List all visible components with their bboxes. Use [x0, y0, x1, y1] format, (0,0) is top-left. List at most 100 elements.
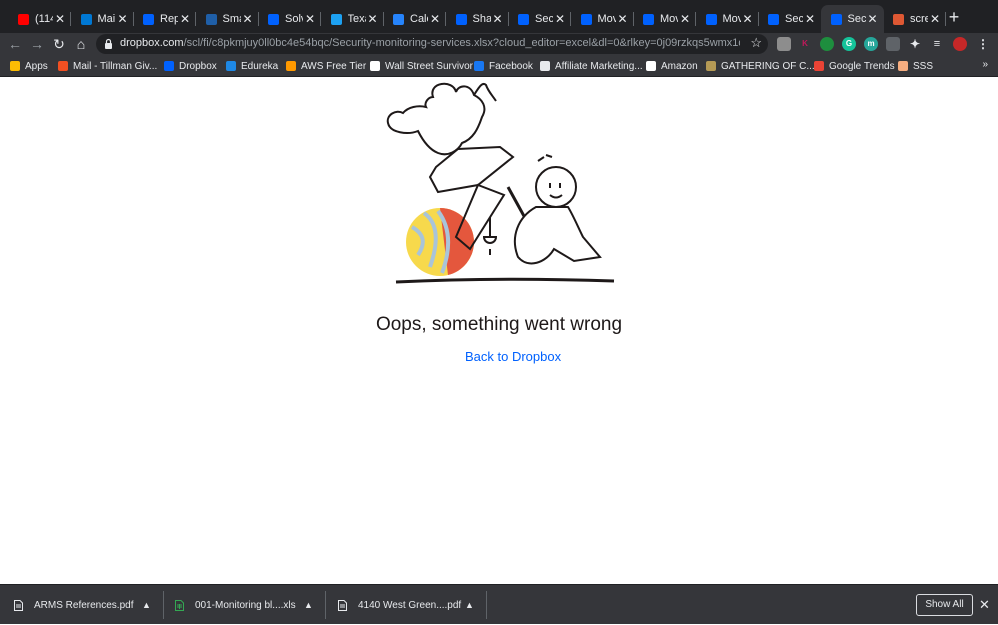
browser-tab[interactable]: Mov✕ [696, 5, 759, 33]
trends-icon [814, 61, 824, 71]
browser-tab[interactable]: Mail✕ [71, 5, 134, 33]
browser-tab[interactable]: Mov✕ [633, 5, 696, 33]
tab-title: Secu [847, 13, 866, 25]
bookmark-item[interactable]: Amazon [646, 59, 698, 73]
close-tab-icon[interactable]: ✕ [367, 12, 377, 26]
tab-title: Sma [222, 13, 241, 25]
bookmarks-more-icon[interactable]: » [982, 59, 988, 70]
sss-icon [898, 61, 908, 71]
tab-title: Solv [285, 13, 303, 25]
browser-tab[interactable]: Texa✕ [321, 5, 384, 33]
bookmark-item[interactable]: GATHERING OF C... [706, 59, 815, 73]
browser-tab[interactable]: Secu✕ [758, 5, 821, 33]
address-bar[interactable]: dropbox.com/scl/fi/c8pkmjuy0ll0bc4e54bqc… [96, 34, 768, 54]
browser-tab[interactable]: Mov✕ [571, 5, 634, 33]
tab-title: Cale [410, 13, 428, 25]
back-arrow-icon[interactable]: ← [6, 35, 24, 53]
url-text: dropbox.com/scl/fi/c8pkmjuy0ll0bc4e54bqc… [120, 37, 740, 49]
bookmark-item[interactable]: Mail - Tillman Giv... [58, 59, 157, 73]
new-tab-button[interactable]: + [945, 8, 963, 26]
dropbox-icon [455, 13, 467, 25]
gathering-icon [706, 61, 716, 71]
dropbox-icon [768, 13, 779, 25]
browser-tab[interactable]: Secu✕ [820, 5, 884, 33]
bookmark-item[interactable]: AWS Free Tier [286, 59, 366, 73]
bookmark-item[interactable]: Facebook [474, 59, 533, 73]
close-tab-icon[interactable]: ✕ [555, 12, 565, 26]
browser-tab[interactable]: (114)✕ [8, 5, 71, 33]
bookmark-item[interactable]: Google Trends [814, 59, 895, 73]
close-tab-icon[interactable]: ✕ [617, 12, 627, 26]
chevron-up-icon: ▲ [465, 600, 474, 610]
browser-tab[interactable]: Repl✕ [133, 5, 196, 33]
show-all-button[interactable]: Show All [916, 594, 973, 616]
chevron-up-icon: ▲ [142, 600, 151, 610]
bookmark-label: AWS Free Tier [301, 60, 367, 72]
bookmark-item[interactable]: Dropbox [164, 59, 217, 73]
close-tab-icon[interactable]: ✕ [305, 12, 315, 26]
extension-k-icon[interactable]: K [798, 37, 812, 51]
bookmark-item[interactable]: SSS [898, 59, 933, 73]
tab-title: Shar [472, 13, 491, 25]
browser-tab[interactable]: Sma✕ [196, 5, 259, 33]
home-icon[interactable]: ⌂ [72, 35, 90, 53]
close-tab-icon[interactable]: ✕ [117, 12, 127, 26]
edureka-icon [226, 61, 236, 71]
bookmarks-bar: Apps Mail - Tillman Giv... Dropbox Edureka A… [0, 55, 998, 77]
close-tab-icon[interactable]: ✕ [805, 12, 815, 26]
close-tab-icon[interactable]: ✕ [180, 12, 190, 26]
bookmark-item[interactable]: Apps [10, 59, 48, 73]
bookmark-label: Dropbox [179, 60, 217, 72]
close-download-bar-icon[interactable]: ✕ [979, 597, 990, 613]
globe-icon [540, 61, 550, 71]
reload-icon[interactable]: ↻ [50, 35, 68, 53]
bookmark-label: Apps [25, 60, 48, 72]
download-file-name: 4140 West Green....pdf [358, 599, 462, 611]
tab-title: Texa [347, 13, 366, 25]
forward-arrow-icon[interactable]: → [28, 35, 46, 53]
download-item[interactable]: ARMS References.pdf [14, 585, 134, 625]
close-tab-icon[interactable]: ✕ [55, 12, 65, 26]
browser-tab[interactable]: Secu✕ [508, 5, 571, 33]
puzzle-icon[interactable]: ✦ [908, 37, 922, 51]
bookmark-item[interactable]: Edureka [226, 59, 278, 73]
error-title: Oops, something went wrong [375, 314, 623, 335]
back-to-dropbox-link[interactable]: Back to Dropbox [465, 349, 561, 364]
extension-icon[interactable] [777, 37, 791, 51]
tab-title: Mov [722, 13, 741, 25]
extension-green-icon[interactable] [820, 37, 834, 51]
divider [163, 591, 164, 619]
close-tab-icon[interactable]: ✕ [930, 12, 940, 26]
dropbox-icon [518, 13, 529, 25]
bookmark-star-icon[interactable]: ☆ [750, 35, 762, 51]
close-tab-icon[interactable]: ✕ [867, 12, 877, 26]
bookmark-label: Edureka [241, 60, 279, 72]
close-tab-icon[interactable]: ✕ [430, 12, 440, 26]
download-item[interactable]: 001-Monitoring bl....xls [175, 585, 296, 625]
search-engine-icon [893, 13, 904, 25]
grammarly-icon[interactable]: G [842, 37, 856, 51]
bookmark-item[interactable]: Wall Street Survivor [370, 59, 473, 73]
menu-kebab-icon[interactable]: ⋮ [976, 37, 990, 51]
bookmark-item[interactable]: Affiliate Marketing... [540, 59, 643, 73]
url-path: /scl/fi/c8pkmjuy0ll0bc4e54bqc/Security-m… [183, 37, 740, 49]
extension-m-icon[interactable]: m [864, 37, 878, 51]
profile-avatar[interactable] [953, 37, 967, 51]
bookmark-label: Affiliate Marketing... [555, 60, 643, 72]
browser-tab[interactable]: Cale✕ [383, 5, 446, 33]
extension-bag-icon[interactable] [886, 37, 900, 51]
browser-tab[interactable]: Solv✕ [258, 5, 321, 33]
spreadsheet-file-icon [175, 599, 184, 611]
browser-tab[interactable]: Shar✕ [446, 5, 509, 33]
error-illustration [386, 82, 615, 284]
apps-grid-icon [10, 61, 20, 71]
download-item[interactable]: 4140 West Green....pdf [338, 585, 461, 625]
playlist-icon[interactable]: ≡ [930, 37, 944, 51]
close-tab-icon[interactable]: ✕ [742, 12, 752, 26]
browser-tab[interactable]: scre ✕ [883, 5, 946, 33]
close-tab-icon[interactable]: ✕ [680, 12, 690, 26]
dropbox-icon [164, 61, 174, 71]
close-tab-icon[interactable]: ✕ [242, 12, 252, 26]
close-tab-icon[interactable]: ✕ [492, 12, 502, 26]
outlook-icon [80, 13, 92, 25]
